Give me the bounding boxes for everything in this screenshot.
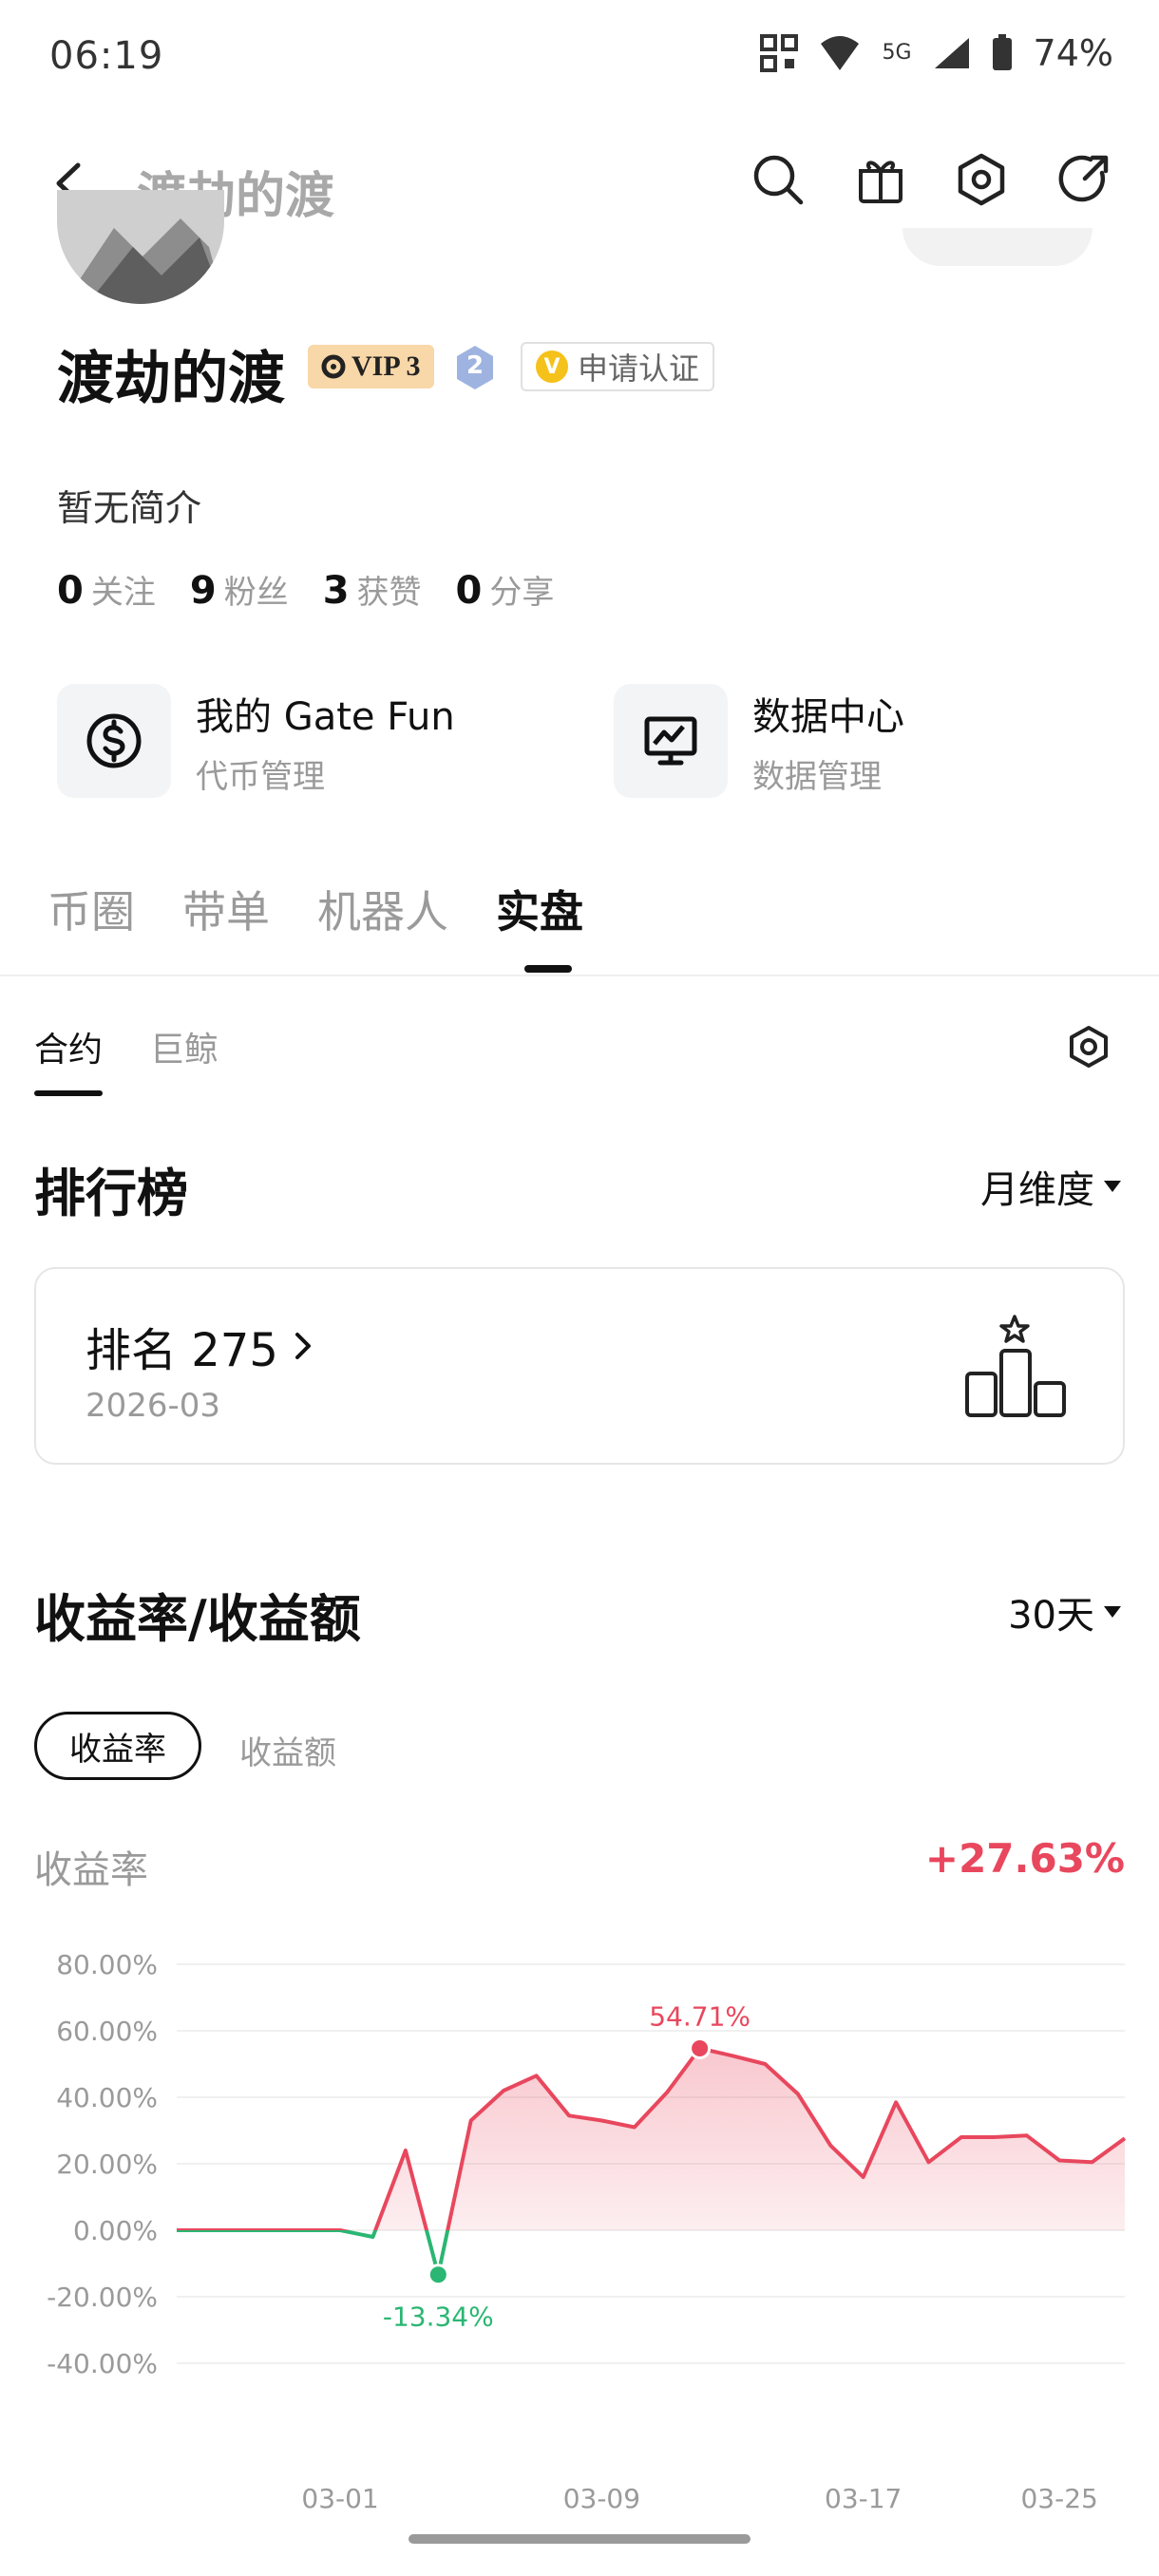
stat-likes[interactable]: 3 获赞 [323, 566, 422, 613]
subtab-whales[interactable]: 巨鲸 [150, 1022, 218, 1071]
avatar[interactable] [57, 190, 224, 304]
tab-indicator [524, 965, 572, 973]
subtab-futures[interactable]: 合约 [34, 1022, 103, 1071]
y-tick-label: -20.00% [47, 2282, 158, 2313]
edit-profile-button[interactable] [902, 228, 1092, 266]
qr-scan-icon [760, 34, 799, 72]
verify-label: 申请认证 [578, 350, 700, 387]
data-label: 54.71% [649, 2001, 750, 2033]
gate-fun-entry[interactable]: 我的 Gate Fun 代币管理 [57, 684, 455, 798]
stat-followers[interactable]: 9 粉丝 [190, 566, 289, 613]
rank-card[interactable]: 排名 275 2026-03 [34, 1267, 1125, 1465]
vip-badge: VIP 3 [308, 345, 434, 388]
chevron-right-icon [294, 1333, 311, 1359]
rank-month: 2026-03 [86, 1387, 221, 1425]
battery-icon [992, 34, 1012, 70]
metric-label: 收益率 [34, 1848, 148, 1892]
verified-v-icon: V [536, 350, 568, 383]
profit-period-select[interactable]: 30天 [1008, 1584, 1121, 1639]
ranking-period-label: 月维度 [980, 1168, 1094, 1212]
metric-value: +27.63% [924, 1835, 1125, 1882]
toggle-amount[interactable]: 收益额 [239, 1727, 336, 1773]
y-tick-label: -40.00% [47, 2348, 158, 2379]
data-center-entry[interactable]: 数据中心 数据管理 [614, 684, 904, 798]
vip-label: VIP 3 [352, 350, 421, 382]
divider [0, 975, 1159, 976]
bio: 暂无简介 [57, 487, 202, 529]
tab-copy-trading[interactable]: 带单 [182, 878, 270, 940]
status-time: 06:19 [49, 34, 164, 78]
data-point-marker [427, 2263, 449, 2286]
tab-coin-circle[interactable]: 币圈 [48, 878, 135, 940]
level-badge: 2 [454, 344, 496, 391]
tab-live-trading[interactable]: 实盘 [496, 878, 583, 940]
apply-verification-button[interactable]: V 申请认证 [521, 342, 715, 391]
vip-icon [321, 354, 346, 379]
filter-settings-icon[interactable] [1066, 1024, 1112, 1070]
search-icon[interactable] [750, 152, 806, 207]
subtab-indicator [34, 1090, 103, 1096]
stat-shares[interactable]: 0 分享 [456, 566, 555, 613]
tool-title: 我的 Gate Fun [196, 694, 455, 739]
wifi-icon [821, 36, 860, 70]
y-tick-label: 60.00% [56, 2016, 158, 2047]
y-tick-label: 0.00% [73, 2215, 158, 2246]
y-tick-label: 40.00% [56, 2082, 158, 2113]
stats-row: 0 关注 9 粉丝 3 获赞 0 分享 [57, 566, 554, 613]
profit-rate-chart: 80.00% 60.00% 40.00% 20.00% 0.00% -20.00% -40.… [47, 1949, 1127, 2514]
ranking-period-select[interactable]: 月维度 [980, 1159, 1121, 1214]
profit-period-label: 30天 [1008, 1594, 1094, 1638]
x-tick-label: 03-09 [563, 2483, 640, 2514]
caret-down-icon [1104, 1606, 1121, 1618]
x-tick-label: 03-17 [825, 2483, 902, 2514]
ranking-title: 排行榜 [34, 1164, 188, 1223]
area-fill [177, 2048, 1125, 2230]
y-tick-label: 80.00% [56, 1949, 158, 1980]
home-indicator[interactable] [408, 2534, 750, 2544]
settings-icon[interactable] [954, 152, 1009, 207]
x-tick-label: 03-25 [1020, 2483, 1097, 2514]
caret-down-icon [1104, 1181, 1121, 1192]
dollar-circle-icon [86, 713, 142, 768]
share-icon[interactable] [1056, 152, 1112, 207]
monitor-chart-icon [644, 716, 697, 766]
stat-following[interactable]: 0 关注 [57, 566, 156, 613]
username: 渡劫的渡 [57, 346, 285, 412]
toggle-rate[interactable]: 收益率 [34, 1712, 201, 1780]
tool-subtitle: 数据管理 [752, 757, 882, 796]
signal-icon [934, 38, 969, 68]
podium-star-icon [965, 1315, 1066, 1417]
battery-level: 74% [1033, 32, 1113, 74]
y-tick-label: 20.00% [56, 2149, 158, 2180]
level-number: 2 [466, 351, 484, 380]
gift-icon[interactable] [853, 152, 908, 207]
data-point-marker [689, 2037, 712, 2060]
tab-bots[interactable]: 机器人 [317, 878, 448, 940]
status-icons: 5G 74% [760, 32, 1113, 74]
data-label: -13.34% [383, 2301, 494, 2333]
profit-title: 收益率/收益额 [34, 1589, 361, 1649]
main-tabs: 币圈 带单 机器人 实盘 [48, 878, 583, 940]
network-label: 5G [882, 41, 912, 65]
tool-title: 数据中心 [752, 694, 904, 739]
rank-label: 排名 275 [86, 1324, 278, 1377]
rank-label-row: 排名 275 [86, 1313, 313, 1379]
x-tick-label: 03-01 [301, 2483, 378, 2514]
tool-subtitle: 代币管理 [196, 757, 325, 796]
